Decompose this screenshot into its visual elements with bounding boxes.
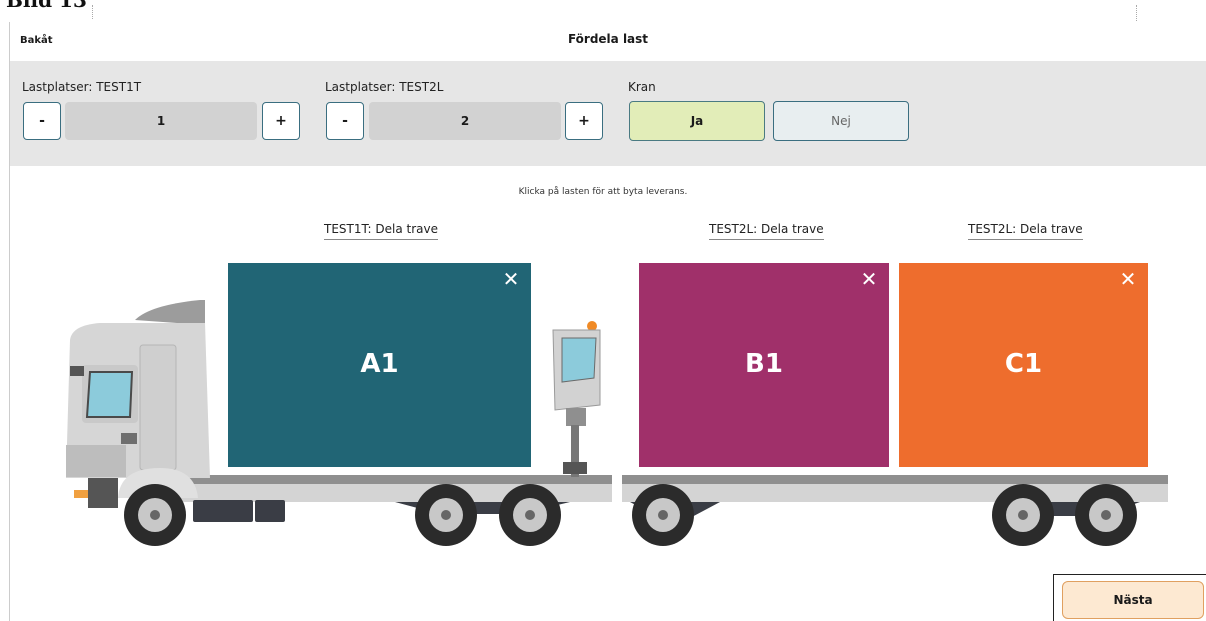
close-icon[interactable]: ✕ (1118, 269, 1138, 289)
wheel (1075, 484, 1137, 546)
load-block-c1[interactable]: ✕ C1 (899, 263, 1148, 467)
close-icon[interactable]: ✕ (859, 269, 879, 289)
wheel (992, 484, 1054, 546)
load-code: C1 (1004, 349, 1043, 379)
load-code: B1 (745, 349, 783, 379)
load-block-a1[interactable]: ✕ A1 (228, 263, 531, 467)
wheel (124, 484, 186, 546)
next-button[interactable]: Nästa (1062, 581, 1204, 619)
truck-cab (66, 300, 210, 508)
wheel (632, 484, 694, 546)
close-icon[interactable]: ✕ (501, 269, 521, 289)
wheel (499, 484, 561, 546)
footer-frame: Nästa (1053, 574, 1206, 621)
crane-unit (552, 321, 601, 477)
wheel (415, 484, 477, 546)
load-code: A1 (360, 349, 399, 379)
load-block-b1[interactable]: ✕ B1 (639, 263, 889, 467)
